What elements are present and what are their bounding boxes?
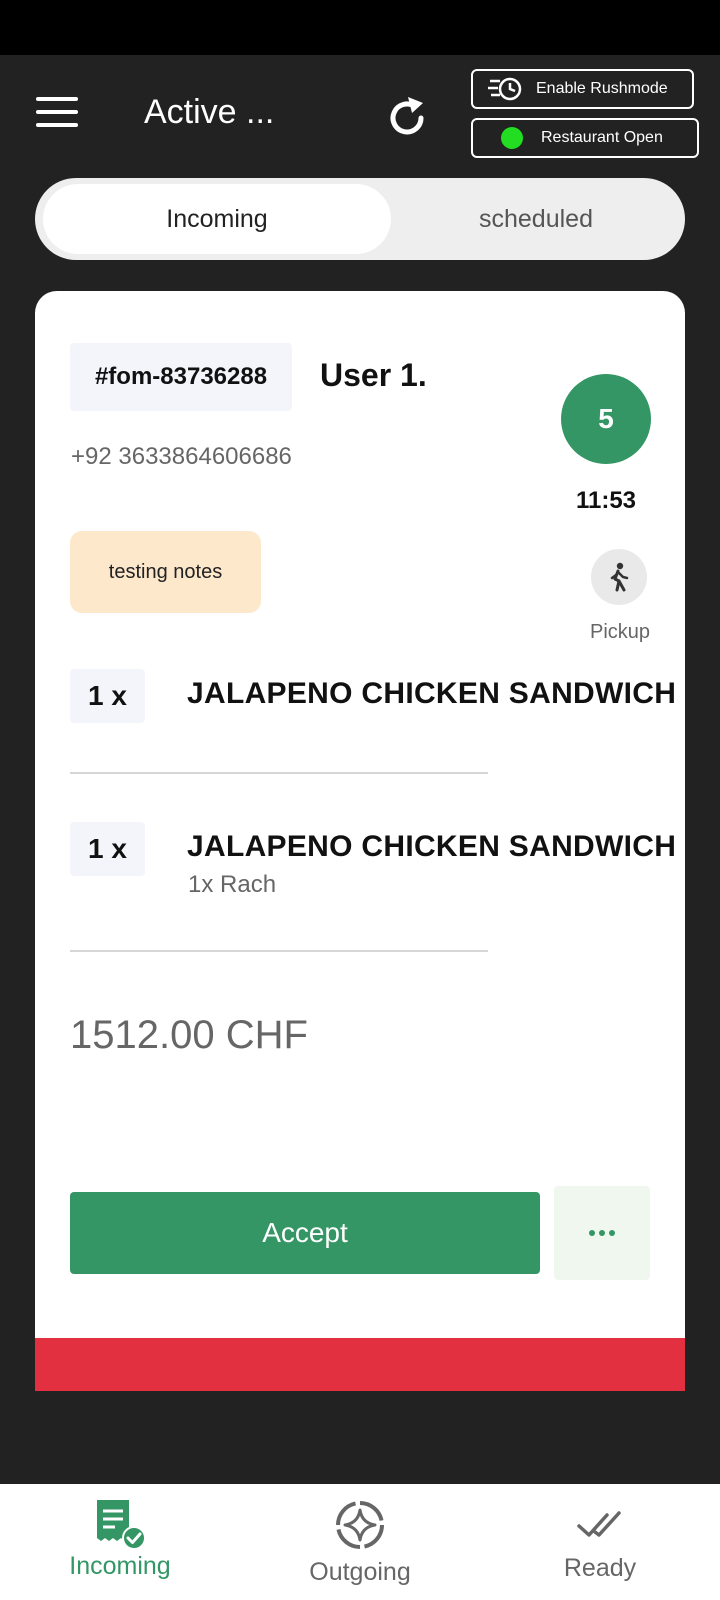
order-count-badge: 5 [561,374,651,464]
sparkle-circle-icon [336,1501,384,1549]
rush-clock-icon [488,77,522,101]
order-type-label: Pickup [589,621,651,643]
nav-incoming[interactable]: Incoming [48,1484,192,1600]
pickup-icon [591,549,647,605]
nav-outgoing-label: Outgoing [309,1558,411,1586]
order-id: #fom-83736288 [70,343,292,411]
item-name: JALAPENO CHICKEN SANDWICH [187,830,677,863]
item-quantity: 1 x [70,822,145,876]
app-header: Active ... Enable Rushmode Restaurant Op… [0,55,720,175]
nav-incoming-label: Incoming [69,1552,171,1580]
nav-ready[interactable]: Ready [540,1484,660,1600]
open-status-dot [501,127,523,149]
item-divider [70,772,488,774]
order-total: 1512.00 CHF [70,1013,308,1057]
bottom-nav: Incoming Outgoing Ready [0,1484,720,1600]
alert-strip [35,1338,685,1391]
double-check-icon [577,1511,621,1537]
tab-switch: Incoming scheduled [35,178,685,260]
tab-scheduled[interactable]: scheduled [395,184,677,254]
item-name: JALAPENO CHICKEN SANDWICH [187,677,677,710]
customer-name: User 1. [320,357,427,393]
page-title: Active ... [144,93,275,131]
receipt-check-icon [97,1500,146,1550]
order-card: #fom-83736288 User 1. +92 3633864606686 … [35,291,685,1391]
nav-outgoing[interactable]: Outgoing [290,1484,430,1600]
item-divider [70,950,488,952]
menu-icon[interactable] [36,97,78,127]
item-quantity: 1 x [70,669,145,723]
refresh-icon[interactable] [382,93,432,143]
restaurant-open-button[interactable]: Restaurant Open [471,118,699,158]
rushmode-label: Enable Rushmode [536,80,668,97]
order-notes: testing notes [70,531,261,613]
tab-incoming[interactable]: Incoming [43,184,391,254]
order-time: 11:53 [575,487,637,514]
restaurant-open-label: Restaurant Open [541,129,663,146]
customer-phone: +92 3633864606686 [71,443,292,470]
status-bar [0,0,720,55]
accept-button[interactable]: Accept [70,1192,540,1274]
nav-ready-label: Ready [563,1554,637,1582]
rushmode-button[interactable]: Enable Rushmode [471,69,694,109]
item-modifier: 1x Rach [188,871,277,898]
more-options-button[interactable] [554,1186,650,1280]
